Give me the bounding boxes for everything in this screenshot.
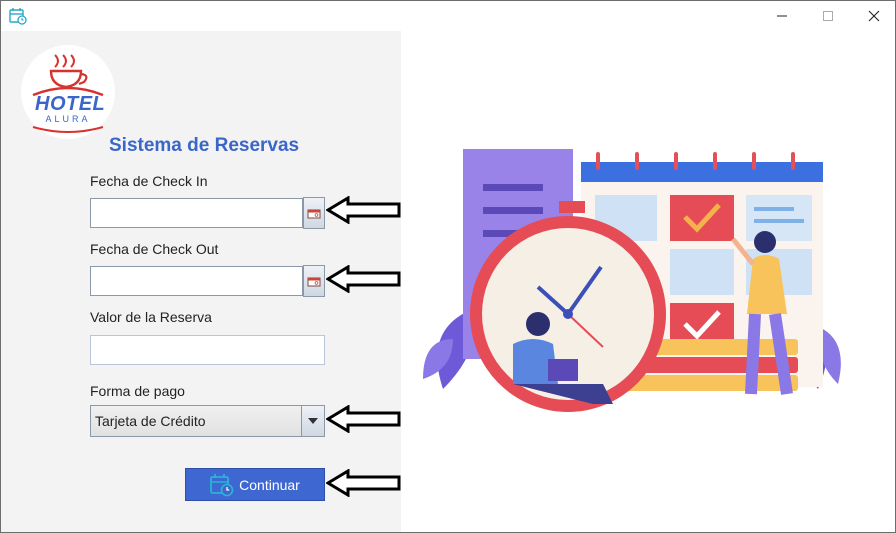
calendar-clock-icon — [210, 473, 234, 496]
annotation-arrow-payment — [326, 405, 401, 433]
logo-text: HOTEL — [35, 93, 106, 115]
continue-label: Continuar — [239, 476, 300, 493]
hotel-alura-logo: ALURA HOTEL — [21, 45, 115, 139]
close-icon — [868, 10, 880, 22]
payment-dropdown-button[interactable] — [301, 406, 324, 436]
minimize-icon — [777, 15, 787, 17]
reservas-window: ALURA HOTEL Sistema de Reservas Fecha de… — [0, 0, 896, 533]
maximize-button[interactable] — [805, 1, 851, 31]
checkout-calendar-button[interactable] — [303, 265, 325, 297]
minimize-button[interactable] — [759, 1, 805, 31]
payment-selected-value: Tarjeta de Crédito — [95, 413, 206, 429]
checkin-calendar-button[interactable] — [303, 197, 325, 229]
calendar-icon — [307, 209, 321, 218]
illustration-panel — [401, 31, 895, 532]
checkin-field[interactable] — [90, 198, 303, 228]
calendar-clock-icon — [9, 8, 27, 25]
maximize-icon — [823, 11, 833, 21]
payment-select[interactable]: Tarjeta de Crédito — [90, 405, 325, 437]
calendar-icon — [307, 277, 321, 286]
reservation-illustration — [423, 149, 841, 412]
pago-label: Forma de pago — [90, 383, 185, 399]
page-title: Sistema de Reservas — [109, 135, 300, 156]
valor-label: Valor de la Reserva — [90, 309, 212, 325]
checkout-field[interactable] — [90, 266, 303, 296]
annotation-arrow-checkin — [326, 196, 401, 224]
checkout-label: Fecha de Check Out — [90, 241, 219, 257]
title-bar — [1, 1, 895, 31]
continue-button[interactable]: Continuar — [185, 468, 325, 501]
checkin-label: Fecha de Check In — [90, 173, 208, 189]
close-button[interactable] — [851, 1, 895, 31]
chevron-down-icon — [308, 418, 318, 424]
annotation-arrow-checkout — [326, 265, 401, 293]
valor-field[interactable] — [90, 335, 325, 365]
annotation-arrow-continue — [326, 469, 401, 497]
